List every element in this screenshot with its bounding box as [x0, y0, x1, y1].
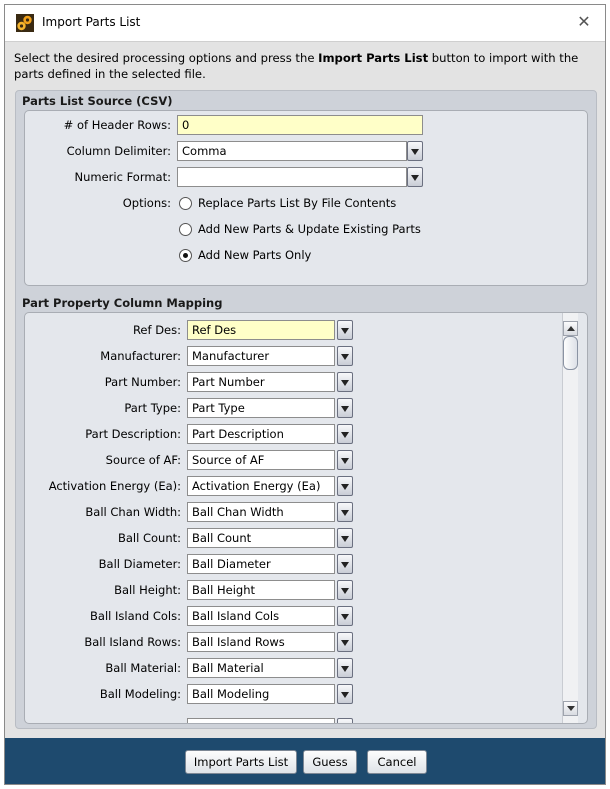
mapping-row-dropdown-arrow-icon[interactable] — [337, 424, 353, 444]
mapping-row-select[interactable]: Activation Energy (Ea) — [187, 476, 335, 496]
mapping-row-dropdown-arrow-icon[interactable] — [337, 606, 353, 626]
mapping-row-select[interactable]: Ball Count — [187, 528, 335, 548]
cancel-button[interactable]: Cancel — [367, 750, 427, 774]
mapping-row-dropdown-arrow-icon[interactable] — [337, 476, 353, 496]
mapping-row-select[interactable]: Source of AF — [187, 450, 335, 470]
option-add-new-radio[interactable] — [179, 249, 192, 262]
option-replace-label[interactable]: Replace Parts List By File Contents — [198, 196, 396, 210]
mapping-row-dropdown-arrow-icon[interactable] — [337, 346, 353, 366]
mapping-row-label: Ball Modeling: — [99, 687, 181, 701]
gear-parts-icon — [16, 14, 34, 32]
mapping-row-label: Part Number: — [104, 375, 181, 389]
mapping-row-label: Manufacturer: — [100, 349, 181, 363]
scroll-up-icon[interactable] — [563, 321, 578, 336]
mapping-row-dropdown-arrow-icon[interactable] — [337, 684, 353, 704]
scroll-down-icon[interactable] — [563, 701, 578, 716]
mapping-row-label: Ref Des: — [132, 323, 181, 337]
instructions-text: Select the desired processing options an… — [14, 50, 599, 82]
instructions-part1: Select the desired processing options an… — [14, 51, 319, 65]
numeric-format-label: Numeric Format: — [74, 170, 171, 184]
mapping-row-dropdown-arrow-icon[interactable] — [337, 632, 353, 652]
import-parts-list-dialog: Import Parts List ✕ Select the desired p… — [4, 4, 606, 785]
guess-button[interactable]: Guess — [303, 750, 357, 774]
option-add-update-radio[interactable] — [179, 223, 192, 236]
mapping-row-dropdown-arrow-icon[interactable] — [337, 502, 353, 522]
delimiter-dropdown-arrow-icon[interactable] — [407, 141, 423, 161]
mapping-scrollbar[interactable] — [562, 313, 578, 723]
mapping-row-dropdown-arrow-icon[interactable] — [337, 658, 353, 678]
mapping-row-label: Ball Count: — [117, 531, 181, 545]
mapping-row-label: Ball Height: — [114, 583, 181, 597]
mapping-row-select[interactable]: Ball Height — [187, 580, 335, 600]
mapping-row-dropdown-arrow-icon[interactable] — [337, 580, 353, 600]
mapping-row-select[interactable]: Ball Diameter — [187, 554, 335, 574]
mapping-row-select[interactable]: Manufacturer — [187, 346, 335, 366]
mapping-row-select[interactable]: Ball Island Cols — [187, 606, 335, 626]
mapping-row-label: Part Description: — [85, 427, 181, 441]
mapping-row-dropdown-arrow-icon[interactable] — [337, 398, 353, 418]
mapping-row-label: Source of AF: — [105, 453, 181, 467]
mapping-partial-input[interactable] — [187, 718, 335, 723]
mapping-row-select[interactable]: Ref Des — [187, 320, 335, 340]
mapping-row-select[interactable]: Ball Island Rows — [187, 632, 335, 652]
dialog-body: Select the desired processing options an… — [5, 41, 605, 738]
mapping-row-select[interactable]: Part Number — [187, 372, 335, 392]
source-group: # of Header Rows: 0 Column Delimiter: Co… — [24, 110, 588, 286]
window-title: Import Parts List — [42, 15, 141, 29]
scroll-thumb[interactable] — [563, 336, 578, 370]
mapping-group-title: Part Property Column Mapping — [22, 296, 223, 310]
button-bar: Import Parts List Guess Cancel — [5, 738, 605, 784]
option-add-new-label[interactable]: Add New Parts Only — [198, 248, 311, 262]
mapping-row-select[interactable]: Ball Material — [187, 658, 335, 678]
mapping-row-dropdown-arrow-icon[interactable] — [337, 372, 353, 392]
option-replace-radio[interactable] — [179, 197, 192, 210]
mapping-row-dropdown-arrow-icon[interactable] — [337, 554, 353, 574]
mapping-row-dropdown-arrow-icon[interactable] — [337, 450, 353, 470]
mapping-row-label: Part Type: — [124, 401, 181, 415]
mapping-row-select[interactable]: Ball Chan Width — [187, 502, 335, 522]
mapping-row-select[interactable]: Part Description — [187, 424, 335, 444]
mapping-row-dropdown-arrow-icon[interactable] — [337, 528, 353, 548]
numeric-format-select[interactable] — [177, 167, 407, 187]
mapping-row-label: Ball Diameter: — [98, 557, 181, 571]
numeric-format-dropdown-arrow-icon[interactable] — [407, 167, 423, 187]
mapping-row-label: Ball Island Rows: — [84, 635, 181, 649]
mapping-row-label: Ball Chan Width: — [85, 505, 181, 519]
import-parts-list-button[interactable]: Import Parts List — [185, 750, 297, 774]
mapping-row-label: Activation Energy (Ea): — [48, 479, 181, 493]
title-bar: Import Parts List ✕ — [5, 5, 605, 41]
delimiter-select[interactable]: Comma — [177, 141, 407, 161]
source-group-title: Parts List Source (CSV) — [22, 94, 173, 108]
options-panel: Parts List Source (CSV) # of Header Rows… — [15, 90, 597, 729]
header-rows-input[interactable]: 0 — [177, 115, 423, 135]
mapping-row-select[interactable]: Ball Modeling — [187, 684, 335, 704]
delimiter-label: Column Delimiter: — [66, 144, 171, 158]
mapping-row-label: Ball Material: — [105, 661, 181, 675]
close-icon[interactable]: ✕ — [573, 11, 595, 33]
header-rows-label: # of Header Rows: — [63, 118, 171, 132]
mapping-row-select[interactable]: Part Type — [187, 398, 335, 418]
option-add-update-label[interactable]: Add New Parts & Update Existing Parts — [198, 222, 421, 236]
instructions-bold: Import Parts List — [318, 51, 429, 65]
mapping-row-dropdown-arrow-icon[interactable] — [337, 320, 353, 340]
mapping-partial-dropdown-arrow-icon[interactable] — [337, 718, 353, 723]
mapping-group: Ref Des: Ref Des Manufacturer: Manufacturer… — [24, 312, 588, 724]
options-label: Options: — [122, 196, 171, 210]
mapping-row-label: Ball Island Cols: — [90, 609, 181, 623]
